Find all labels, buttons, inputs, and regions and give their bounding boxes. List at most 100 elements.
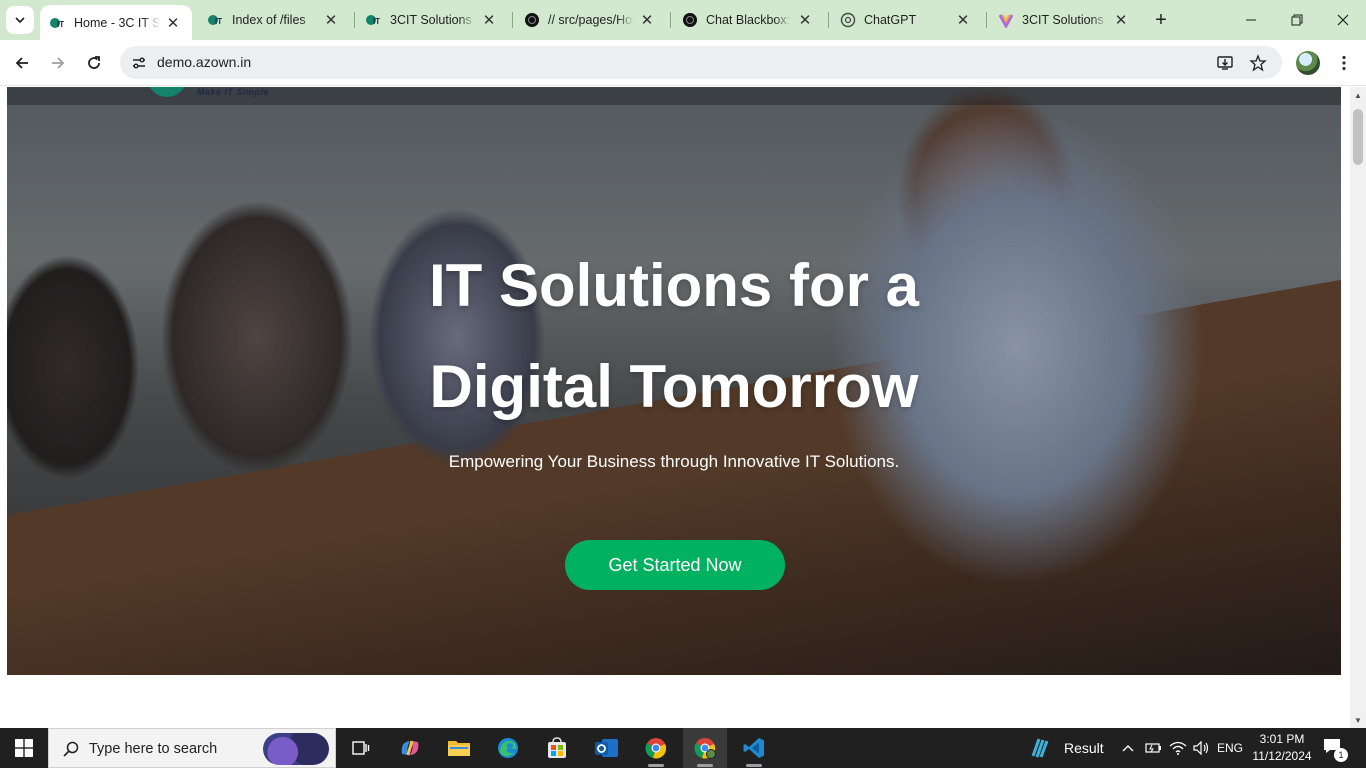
volume-icon[interactable] [1190, 728, 1212, 768]
profile-avatar[interactable] [1296, 51, 1320, 75]
copilot-button[interactable] [388, 728, 432, 768]
tab-title: Home - 3C IT So [74, 15, 160, 30]
close-tab-icon[interactable]: ✕ [796, 11, 814, 29]
vscode-icon [743, 738, 764, 758]
logo-tagline: Make IT Simple [197, 87, 270, 97]
microsoft-store-button[interactable] [535, 728, 579, 768]
task-view-button[interactable] [338, 728, 382, 768]
browser-tab-3cit[interactable]: IT 3CIT Solutions ✕ [356, 0, 508, 40]
weather-label: Result [1064, 740, 1104, 756]
close-tab-icon[interactable]: ✕ [164, 14, 182, 32]
browser-tab-3cit-v[interactable]: 3CIT Solutions ✕ [988, 0, 1140, 40]
new-tab-button[interactable]: + [1150, 9, 1172, 31]
page-viewport: Make IT Simple IT Solutions for a Digita… [0, 87, 1350, 728]
tab-title: ChatGPT [864, 13, 917, 27]
address-bar[interactable]: demo.azown.in [120, 46, 1282, 79]
notification-badge: 1 [1334, 748, 1348, 762]
tab-separator [512, 12, 513, 28]
hero-section: Make IT Simple IT Solutions for a Digita… [7, 87, 1341, 675]
close-icon [1337, 14, 1349, 26]
chrome-profile-icon [694, 738, 716, 759]
search-highlight-image [263, 733, 329, 765]
browser-tab-chat-blackbox[interactable]: Chat Blackbox: A ✕ [672, 0, 824, 40]
running-indicator [746, 764, 762, 767]
chrome-button-2[interactable] [683, 728, 727, 768]
clock-date: 11/12/2024 [1252, 749, 1312, 763]
taskbar-search-box[interactable]: Type here to search [48, 728, 336, 768]
tab-separator [986, 12, 987, 28]
edge-button[interactable] [486, 728, 530, 768]
battery-icon[interactable] [1142, 728, 1164, 768]
cricket-score-icon [1031, 738, 1049, 758]
tab-title: Chat Blackbox: A [706, 13, 792, 27]
language-indicator[interactable]: ENG [1214, 728, 1246, 768]
url-text[interactable]: demo.azown.in [157, 54, 251, 70]
tab-strip: IT Home - 3C IT So ✕ IT Index of /files … [0, 0, 1366, 40]
minimize-button[interactable] [1228, 0, 1274, 40]
running-indicator [697, 764, 713, 767]
browser-tab-src-pages[interactable]: // src/pages/Hor ✕ [514, 0, 666, 40]
show-hidden-icons-button[interactable] [1118, 728, 1138, 768]
folder-icon [448, 741, 470, 756]
hero-title-line-2: Digital Tomorrow [429, 353, 919, 420]
chrome-icon [645, 738, 667, 759]
weather-widget[interactable]: Result [1028, 728, 1104, 768]
get-started-button[interactable]: Get Started Now [565, 540, 785, 590]
chrome-button-1[interactable] [634, 728, 678, 768]
close-tab-icon[interactable]: ✕ [322, 11, 340, 29]
close-tab-icon[interactable]: ✕ [480, 11, 498, 29]
site-info-icon[interactable] [128, 52, 150, 74]
browser-menu-icon[interactable] [1336, 51, 1352, 75]
tab-title: Index of /files [232, 13, 306, 27]
forward-button[interactable] [44, 49, 72, 77]
close-tab-icon[interactable]: ✕ [954, 11, 972, 29]
tab-separator [670, 12, 671, 28]
svg-text:IT: IT [57, 20, 64, 29]
chevron-up-icon [1122, 745, 1134, 752]
tab-search-button[interactable] [6, 6, 34, 34]
clock[interactable]: 3:01 PM 11/12/2024 [1244, 731, 1320, 765]
site-logo[interactable] [147, 87, 187, 97]
3cit-logo-icon: IT [50, 15, 66, 31]
close-window-button[interactable] [1320, 0, 1366, 40]
install-app-icon[interactable] [1214, 52, 1236, 74]
outlook-icon [595, 739, 618, 757]
restore-button[interactable] [1274, 0, 1320, 40]
close-tab-icon[interactable]: ✕ [638, 11, 656, 29]
scroll-down-arrow-icon[interactable]: ▼ [1350, 712, 1366, 728]
tab-separator [354, 12, 355, 28]
bookmark-star-icon[interactable] [1247, 52, 1269, 74]
hero-subtitle: Empowering Your Business through Innovat… [448, 452, 900, 471]
file-explorer-button[interactable] [437, 728, 481, 768]
start-button[interactable] [0, 728, 48, 768]
v-logo-icon [998, 12, 1014, 28]
running-indicator [648, 764, 664, 767]
reload-icon [88, 56, 100, 69]
chatgpt-icon [840, 12, 856, 28]
scroll-up-arrow-icon[interactable]: ▲ [1350, 87, 1366, 103]
vscode-button[interactable] [732, 728, 776, 768]
outlook-button[interactable] [584, 728, 628, 768]
chevron-down-icon [15, 17, 25, 24]
scrollbar-thumb[interactable] [1353, 109, 1363, 165]
page-scrollbar[interactable]: ▲ ▼ [1350, 87, 1366, 728]
back-button[interactable] [8, 49, 36, 77]
site-header: Make IT Simple [7, 87, 1341, 105]
svg-text:IT: IT [373, 17, 380, 26]
reload-button[interactable] [80, 49, 108, 77]
browser-tab-home[interactable]: IT Home - 3C IT So ✕ [40, 5, 192, 40]
browser-tab-chatgpt[interactable]: ChatGPT ✕ [830, 0, 982, 40]
tab-separator [828, 12, 829, 28]
search-placeholder: Type here to search [89, 741, 218, 757]
windows-logo-icon [15, 739, 33, 757]
browser-tab-index-files[interactable]: IT Index of /files ✕ [198, 0, 350, 40]
arrow-right-icon [52, 57, 65, 69]
svg-text:IT: IT [215, 17, 222, 26]
close-tab-icon[interactable]: ✕ [1112, 11, 1130, 29]
hero-title-line-1: IT Solutions for a [429, 252, 919, 319]
tab-title: 3CIT Solutions [1022, 13, 1104, 27]
wifi-icon[interactable] [1166, 728, 1190, 768]
search-icon [61, 739, 81, 759]
tab-title: 3CIT Solutions [390, 13, 472, 27]
browser-toolbar: demo.azown.in [0, 40, 1366, 86]
